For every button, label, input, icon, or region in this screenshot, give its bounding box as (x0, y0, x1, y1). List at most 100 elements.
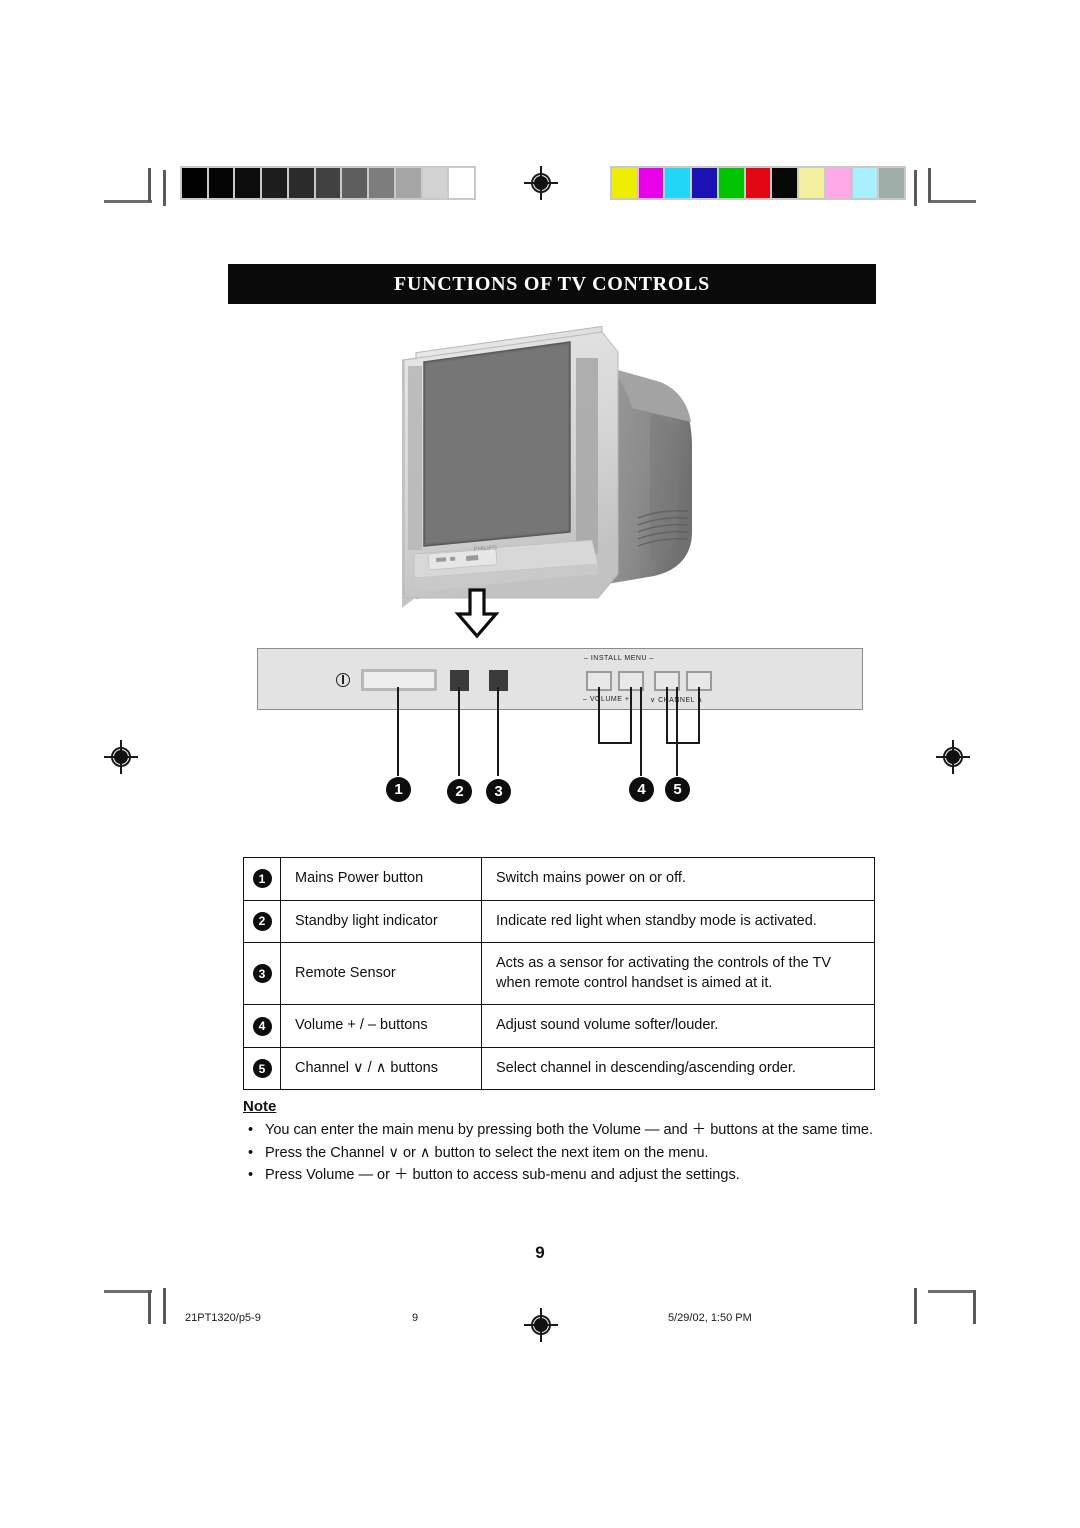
registration-mark-left (104, 740, 138, 774)
crop-mark-top-right-tick (914, 170, 917, 206)
table-row: 2 Standby light indicator Indicate red lig… (243, 899, 875, 944)
leader-line-5-right (698, 687, 700, 743)
crop-mark-top-left-h (104, 200, 152, 203)
color-calibration-bar (610, 166, 906, 200)
note-section: Note • You can enter the main menu by pre… (243, 1098, 883, 1188)
grayscale-swatch (182, 168, 207, 198)
callout-3: 3 (486, 779, 511, 804)
row-number-cell: 2 (243, 899, 281, 944)
note-heading: Note (243, 1098, 277, 1115)
row-number-cell: 5 (243, 1046, 281, 1091)
crop-mark-bottom-right-v (973, 1290, 976, 1324)
control-description-cell: Select channel in descending/ascending o… (481, 1046, 875, 1091)
note-item: • Press Volume — or ＋ button to access su… (243, 1165, 883, 1186)
crop-mark-bottom-right-tick (914, 1288, 917, 1324)
footer-page: 9 (412, 1312, 419, 1324)
registration-mark-bottom-center (524, 1308, 558, 1342)
page-number: 9 (535, 1243, 545, 1262)
grayscale-swatch (369, 168, 394, 198)
grayscale-swatch (395, 168, 421, 198)
color-swatch (638, 168, 664, 198)
leader-line-5-bridge (666, 742, 700, 744)
control-name-cell: Channel ∨ / ∧ buttons (280, 1046, 482, 1091)
control-description-cell: Indicate red light when standby mode is … (481, 899, 875, 944)
control-name-cell: Volume + / – buttons (280, 1004, 482, 1048)
control-name-cell: Standby light indicator (280, 899, 482, 944)
install-menu-label: – INSTALL MENU – (584, 655, 654, 662)
control-name-text: Mains Power button (295, 870, 424, 886)
grayscale-swatch (235, 168, 261, 198)
control-description-cell: Adjust sound volume softer/louder. (481, 1004, 875, 1048)
row-number-cell: 3 (243, 942, 281, 1006)
row-number-cell: 1 (243, 857, 281, 901)
color-swatch (799, 168, 824, 198)
note-item-text: You can enter the main menu by pressing … (265, 1122, 874, 1138)
color-swatch (692, 168, 717, 198)
leader-line-4-bridge (598, 742, 632, 744)
registration-mark-right (936, 740, 970, 774)
control-description-text: Indicate red light when standby mode is … (496, 912, 817, 929)
control-description-cell: Switch mains power on or off. (481, 857, 875, 901)
page-title-banner: FUNCTIONS OF TV CONTROLS (228, 264, 876, 304)
table-row: 3 Remote Sensor Acts as a sensor for activ… (243, 942, 875, 1006)
control-description-text: Acts as a sensor for activating the cont… (496, 955, 832, 991)
leader-line-1 (397, 687, 399, 776)
color-swatch (745, 168, 771, 198)
table-row: 5 Channel ∨ / ∧ buttons Select channel in … (243, 1046, 875, 1091)
leader-line-4-left (598, 687, 600, 743)
control-name-text: Volume + / – buttons (295, 1017, 428, 1034)
color-swatch (665, 168, 691, 198)
callout-2: 2 (447, 779, 472, 804)
row-number-badge: 5 (252, 1059, 272, 1079)
down-arrow-icon (452, 588, 502, 645)
crop-mark-top-left-v (148, 168, 151, 202)
grayscale-swatch (422, 168, 448, 198)
leader-line-3 (497, 687, 499, 776)
mains-power-button[interactable] (361, 669, 437, 691)
leader-line-5-left (666, 687, 668, 743)
color-swatch (612, 168, 637, 198)
grayscale-swatch (315, 168, 341, 198)
control-description-cell: Acts as a sensor for activating the cont… (481, 942, 875, 1006)
leader-line-4-stem (640, 687, 642, 776)
note-item-text: Press Volume — or ＋ button to access sub… (265, 1167, 740, 1184)
control-name-text: Channel ∨ / ∧ buttons (295, 1059, 438, 1076)
color-swatch (852, 168, 878, 198)
control-name-cell: Mains Power button (280, 857, 482, 901)
note-bullet-icon: • (248, 1167, 254, 1184)
grayscale-swatch (449, 168, 475, 198)
power-icon (336, 673, 350, 687)
note-bullet-icon: • (248, 1144, 254, 1161)
grayscale-swatch (262, 168, 287, 198)
grayscale-swatch (342, 168, 368, 198)
callout-1: 1 (386, 777, 411, 802)
page-title: FUNCTIONS OF TV CONTROLS (394, 272, 710, 295)
tv-illustration: PHILIPS (392, 322, 732, 612)
row-number-badge: 3 (252, 964, 272, 984)
control-description-text: Select channel in descending/ascending o… (496, 1059, 796, 1076)
note-item-text: Press the Channel ∨ or ∧ button to selec… (265, 1144, 709, 1161)
crop-mark-top-right-v (928, 168, 931, 202)
grayscale-calibration-bar (180, 166, 476, 200)
row-number-badge: 2 (252, 911, 272, 931)
table-row: 1 Mains Power button Switch mains power on… (243, 857, 875, 901)
crop-mark-bottom-left-v (148, 1290, 151, 1324)
footer-timestamp: 5/29/02, 1:50 PM (668, 1312, 752, 1324)
leader-line-5-stem (676, 687, 678, 776)
color-swatch (718, 168, 744, 198)
note-bullet-icon: • (248, 1122, 254, 1138)
color-swatch (772, 168, 798, 198)
grayscale-swatch (208, 168, 234, 198)
footer-filename: 21PT1320/p5-9 (185, 1312, 261, 1324)
control-description-text: Switch mains power on or off. (496, 870, 686, 886)
leader-line-4-right (630, 687, 632, 743)
control-name-cell: Remote Sensor (280, 942, 482, 1006)
crop-mark-bottom-right-h (928, 1290, 976, 1293)
callout-5: 5 (665, 777, 690, 802)
leader-line-2 (458, 687, 460, 776)
grayscale-swatch (288, 168, 314, 198)
row-number-badge: 1 (252, 869, 272, 889)
control-name-text: Remote Sensor (295, 964, 396, 981)
color-swatch (879, 168, 905, 198)
crop-mark-top-left-tick (163, 170, 166, 206)
